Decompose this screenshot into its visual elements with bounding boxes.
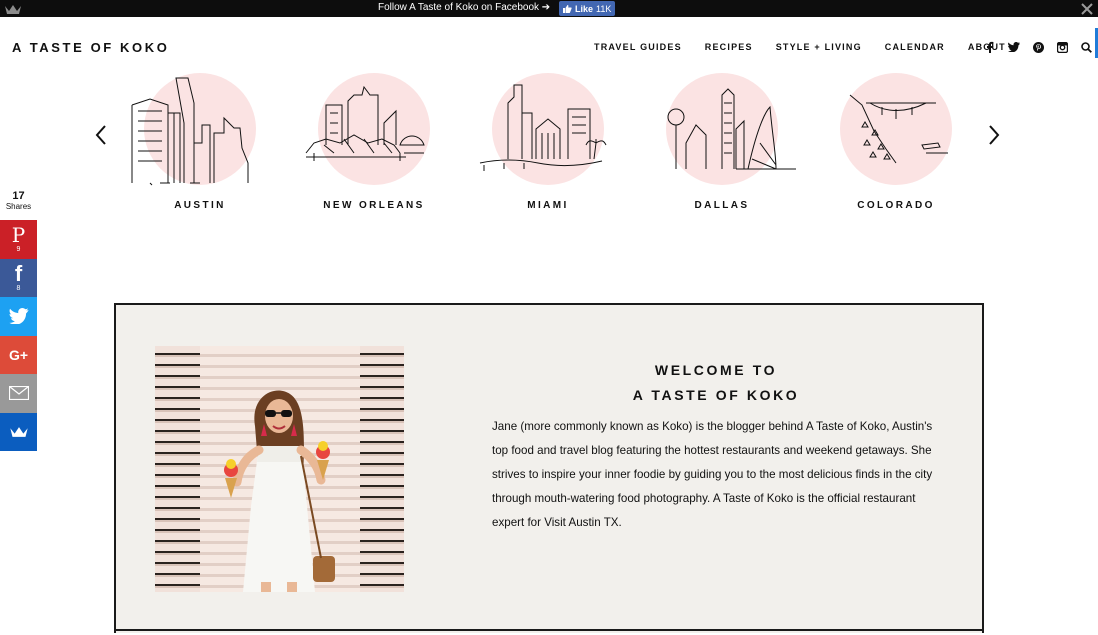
pinterest-share-button[interactable]: P 9 (0, 220, 37, 259)
nav-recipes[interactable]: RECIPES (705, 42, 753, 52)
city-name: AUSTIN (174, 200, 226, 211)
city-card-miami[interactable]: MIAMI (458, 73, 638, 211)
email-icon (8, 386, 29, 401)
share-count-label: Shares (5, 202, 32, 211)
pinterest-share-count: 9 (16, 246, 21, 254)
facebook-icon[interactable] (983, 40, 997, 54)
nav-travel-guides[interactable]: TRAVEL GUIDES (594, 42, 682, 52)
city-name: DALLAS (694, 200, 750, 211)
main-nav: TRAVEL GUIDES RECIPES STYLE + LIVING CAL… (594, 42, 1006, 52)
city-card-colorado[interactable]: COLORADO (806, 73, 986, 211)
colorado-landscape-icon (840, 73, 952, 185)
search-icon[interactable] (1079, 40, 1093, 54)
carousel-next-arrow[interactable] (987, 124, 1001, 151)
austin-skyline-icon (131, 73, 256, 186)
like-label: Like (575, 3, 594, 14)
dallas-skyline-icon (666, 73, 796, 185)
section-divider (114, 629, 984, 631)
miami-skyline-icon (479, 73, 607, 185)
sumo-share-button[interactable] (0, 412, 37, 451)
author-photo (155, 346, 404, 592)
welcome-title-line2: A TASTE OF KOKO (632, 387, 800, 403)
share-count: 17 Shares (0, 190, 37, 211)
thumbs-up-icon (563, 4, 572, 13)
email-share-button[interactable] (0, 374, 37, 413)
twitter-icon[interactable] (1007, 40, 1021, 54)
welcome-body: Jane (more commonly known as Koko) is th… (492, 420, 933, 529)
pinterest-icon: P (11, 223, 26, 248)
nav-calendar[interactable]: CALENDAR (885, 42, 945, 52)
instagram-icon[interactable] (1055, 40, 1069, 54)
site-logo[interactable]: A TASTE OF KOKO (12, 40, 169, 55)
city-card-new-orleans[interactable]: NEW ORLEANS (284, 73, 464, 211)
city-card-dallas[interactable]: DALLAS (632, 73, 812, 211)
welcome-section: WELCOME TO A TASTE OF KOKO Jane (more co… (114, 303, 984, 633)
facebook-share-count: 8 (16, 284, 21, 292)
follow-facebook-link[interactable]: Follow A Taste of Koko on Facebook ➔ (378, 2, 550, 13)
facebook-icon: f (14, 260, 23, 286)
like-count: 11K (596, 3, 612, 14)
google-plus-share-button[interactable]: G+ (0, 335, 37, 374)
city-name: MIAMI (527, 200, 569, 211)
welcome-title-line1: WELCOME TO (654, 362, 778, 378)
carousel-prev-arrow[interactable] (94, 124, 108, 151)
share-count-number: 17 (12, 190, 25, 202)
city-card-austin[interactable]: AUSTIN (110, 73, 290, 211)
facebook-like-button[interactable]: Like 11K (559, 1, 615, 16)
twitter-share-button[interactable] (0, 297, 37, 336)
pinterest-icon[interactable] (1031, 40, 1045, 54)
crown-icon[interactable] (4, 2, 22, 20)
new-orleans-skyline-icon (305, 73, 430, 185)
city-name: NEW ORLEANS (323, 200, 425, 211)
google-plus-icon: G+ (8, 346, 29, 363)
close-icon[interactable] (1081, 2, 1093, 20)
facebook-share-button[interactable]: f 8 (0, 258, 37, 297)
facebook-follow-banner: Follow A Taste of Koko on Facebook ➔ Lik… (0, 0, 1098, 17)
social-links (983, 40, 1093, 54)
crown-icon (9, 427, 28, 438)
nav-style-living[interactable]: STYLE + LIVING (776, 42, 862, 52)
twitter-icon (8, 308, 29, 325)
city-name: COLORADO (857, 200, 935, 211)
